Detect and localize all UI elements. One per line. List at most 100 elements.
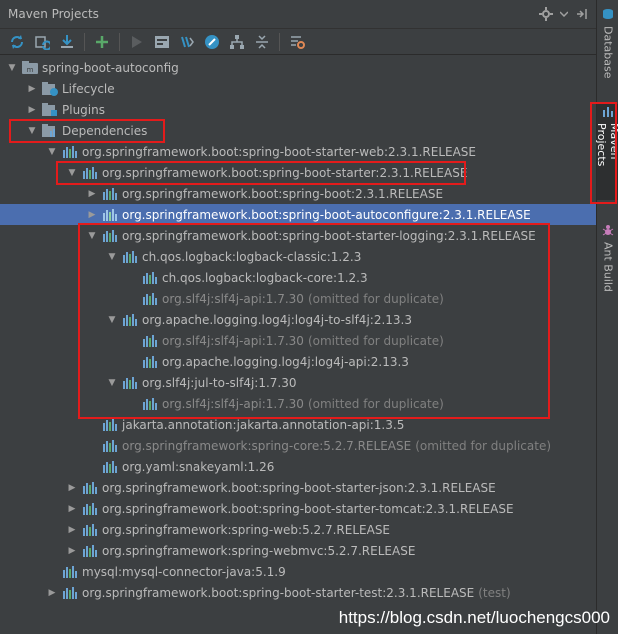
dependency-node[interactable]: ▼ org.springframework.boot:spring-boot-s…	[0, 162, 596, 183]
collapse-arrow-icon[interactable]: ▶	[66, 545, 78, 557]
dependency-node[interactable]: mysql:mysql-connector-java:5.1.9	[0, 561, 596, 582]
tree-node-root[interactable]: ▼ m spring-boot-autoconfig	[0, 57, 596, 78]
tree-node-label: org.springframework:spring-webmvc:5.2.7.…	[102, 543, 416, 558]
collapse-arrow-icon[interactable]: ▶	[26, 104, 38, 116]
toggle-offline-icon[interactable]	[176, 31, 198, 53]
dependency-node[interactable]: ▼ org.springframework.boot:spring-boot-s…	[0, 141, 596, 162]
chevron-down-icon[interactable]	[560, 6, 568, 22]
skip-tests-icon[interactable]	[201, 31, 223, 53]
omitted-note: (omitted for duplicate)	[307, 291, 444, 306]
tree-node-label: ch.qos.logback:logback-core:1.2.3	[162, 270, 368, 285]
dependency-node[interactable]: ▶ org.springframework.boot:spring-boot-s…	[0, 498, 596, 519]
expand-arrow-icon[interactable]: ▼	[86, 230, 98, 242]
tree-node-label: org.springframework.boot:spring-boot-sta…	[102, 501, 514, 516]
dependency-icon	[141, 397, 159, 411]
dependency-icon	[141, 334, 159, 348]
dependency-icon	[141, 292, 159, 306]
expand-arrow-icon[interactable]: ▼	[106, 251, 118, 263]
omitted-note: (omitted for duplicate)	[307, 333, 444, 348]
generate-sources-icon[interactable]	[31, 31, 53, 53]
tree-node-label: org.springframework.boot:spring-boot:2.3…	[122, 186, 444, 201]
dependency-node[interactable]: org.slf4j:slf4j-api:1.7.30 (omitted for …	[0, 330, 596, 351]
tab-database[interactable]: Database	[597, 8, 618, 79]
expand-arrow-icon[interactable]: ▼	[106, 377, 118, 389]
tree-node-label: org.springframework.boot:spring-boot-sta…	[102, 480, 496, 495]
dependency-node[interactable]: ▶ org.springframework.boot:spring-boot:2…	[0, 183, 596, 204]
dependency-node[interactable]: ▼ org.springframework.boot:spring-boot-s…	[0, 225, 596, 246]
collapse-arrow-icon[interactable]: ▶	[66, 503, 78, 515]
dependency-node[interactable]: org.springframework:spring-core:5.2.7.RE…	[0, 435, 596, 456]
plugins-folder-icon	[41, 102, 59, 117]
dependency-icon	[61, 145, 79, 159]
dependency-icon	[61, 586, 79, 600]
scope-note: (test)	[478, 585, 511, 600]
tree-node-dependencies[interactable]: ▼ Dependencies	[0, 120, 596, 141]
maven-icon	[602, 106, 614, 120]
dependency-node[interactable]: org.slf4j:slf4j-api:1.7.30 (omitted for …	[0, 288, 596, 309]
dependency-node[interactable]: ch.qos.logback:logback-core:1.2.3	[0, 267, 596, 288]
tree-node-label: org.slf4j:jul-to-slf4j:1.7.30	[142, 375, 297, 390]
collapse-all-icon[interactable]	[251, 31, 273, 53]
execute-goal-icon[interactable]	[151, 31, 173, 53]
run-icon[interactable]	[126, 31, 148, 53]
dependency-node[interactable]: ▼ org.slf4j:jul-to-slf4j:1.7.30	[0, 372, 596, 393]
dependency-node[interactable]: ▶ org.springframework.boot:spring-boot-s…	[0, 477, 596, 498]
settings-icon[interactable]	[286, 31, 308, 53]
dependency-icon	[101, 460, 119, 474]
gear-icon[interactable]	[538, 6, 554, 22]
dependency-node[interactable]: ▼ ch.qos.logback:logback-classic:1.2.3	[0, 246, 596, 267]
dependency-node[interactable]: jakarta.annotation:jakarta.annotation-ap…	[0, 414, 596, 435]
lifecycle-folder-icon	[41, 81, 59, 96]
dependency-node[interactable]: org.apache.logging.log4j:log4j-api:2.13.…	[0, 351, 596, 372]
tree-node-label: Lifecycle	[62, 81, 115, 96]
dependency-node[interactable]: ▶ org.springframework.boot:spring-boot-s…	[0, 582, 596, 603]
dependency-icon	[101, 418, 119, 432]
add-icon[interactable]	[91, 31, 113, 53]
hide-panel-icon[interactable]	[574, 6, 590, 22]
expand-arrow-icon[interactable]: ▼	[106, 314, 118, 326]
collapse-arrow-icon[interactable]: ▶	[66, 482, 78, 494]
dependency-icon	[141, 355, 159, 369]
dependency-icon	[81, 166, 99, 180]
dependency-node[interactable]: ▼ org.apache.logging.log4j:log4j-to-slf4…	[0, 309, 596, 330]
collapse-arrow-icon[interactable]: ▶	[26, 83, 38, 95]
expand-arrow-icon[interactable]: ▼	[6, 62, 18, 74]
watermark: https://blog.csdn.net/luochengcs000	[338, 608, 610, 627]
dependency-icon	[81, 523, 99, 537]
tab-maven-projects[interactable]: Maven Projects	[595, 104, 618, 200]
omitted-note: (omitted for duplicate)	[415, 438, 552, 453]
expand-arrow-icon[interactable]: ▼	[46, 146, 58, 158]
tree-node-label: mysql:mysql-connector-java:5.1.9	[82, 564, 286, 579]
maven-project-tree: ▼ m spring-boot-autoconfig ▶ Lifecycle ▶…	[0, 56, 596, 634]
tree-node-label: org.springframework.boot:spring-boot-aut…	[122, 207, 531, 222]
tree-node-label: org.apache.logging.log4j:log4j-to-slf4j:…	[142, 312, 412, 327]
collapse-arrow-icon[interactable]: ▶	[46, 587, 58, 599]
expand-arrow-icon[interactable]: ▼	[66, 167, 78, 179]
dependency-node[interactable]: ▶ org.springframework:spring-web:5.2.7.R…	[0, 519, 596, 540]
collapse-arrow-icon[interactable]: ▶	[66, 524, 78, 536]
dependency-node-selected[interactable]: ▶ org.springframework.boot:spring-boot-a…	[0, 204, 596, 225]
tree-node-lifecycle[interactable]: ▶ Lifecycle	[0, 78, 596, 99]
tab-ant-build[interactable]: Ant Build	[597, 224, 618, 292]
tree-node-label: org.slf4j:slf4j-api:1.7.30	[162, 396, 304, 411]
toolbar-separator	[84, 32, 85, 51]
tree-node-label: org.springframework.boot:spring-boot-sta…	[82, 144, 476, 159]
tree-node-plugins[interactable]: ▶ Plugins	[0, 99, 596, 120]
tree-node-label: ch.qos.logback:logback-classic:1.2.3	[142, 249, 362, 264]
svg-text:m: m	[27, 66, 34, 74]
omitted-note: (omitted for duplicate)	[307, 396, 444, 411]
collapse-arrow-icon[interactable]: ▶	[86, 188, 98, 200]
expand-arrow-icon[interactable]: ▼	[26, 125, 38, 137]
dependency-node[interactable]: org.yaml:snakeyaml:1.26	[0, 456, 596, 477]
collapse-arrow-icon[interactable]: ▶	[86, 209, 98, 221]
reimport-icon[interactable]	[6, 31, 28, 53]
dependency-node[interactable]: org.slf4j:slf4j-api:1.7.30 (omitted for …	[0, 393, 596, 414]
dependency-node[interactable]: ▶ org.springframework:spring-webmvc:5.2.…	[0, 540, 596, 561]
download-icon[interactable]	[56, 31, 78, 53]
show-dependencies-icon[interactable]	[226, 31, 248, 53]
